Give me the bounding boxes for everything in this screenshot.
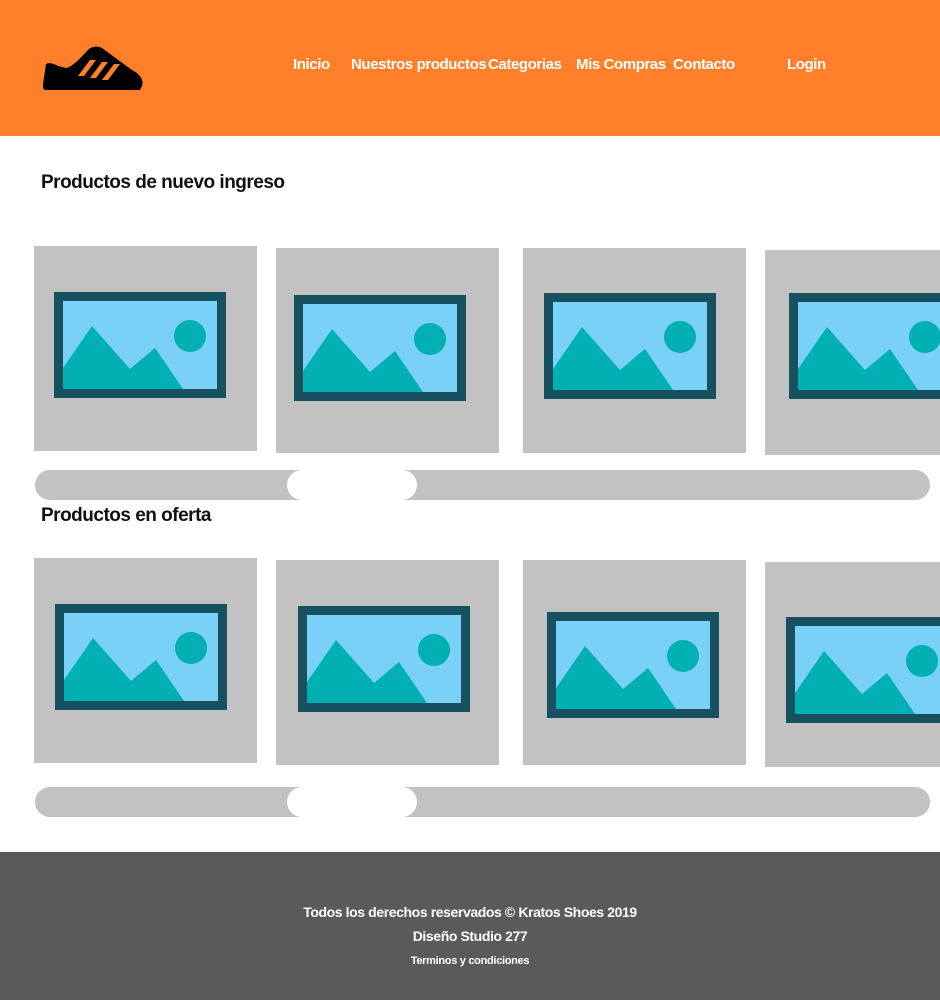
image-placeholder-icon	[55, 604, 227, 710]
nav-link-contacto[interactable]: Contacto	[673, 56, 735, 73]
scrollbar-thumb[interactable]	[287, 787, 417, 817]
section-title-sale-products: Productos en oferta	[41, 505, 211, 526]
nav-link-login[interactable]: Login	[787, 56, 826, 73]
footer-copyright: Todos los derechos reservados © Kratos S…	[303, 904, 637, 920]
nav-link-nuestros-productos[interactable]: Nuestros productos	[351, 56, 487, 73]
product-card[interactable]	[765, 250, 940, 455]
nav-link-mis-compras[interactable]: Mis Compras	[576, 56, 666, 73]
product-card[interactable]	[34, 246, 257, 451]
image-placeholder-icon	[547, 612, 719, 718]
product-card[interactable]	[276, 248, 499, 453]
site-header: Inicio Nuestros productos Categorias Mis…	[0, 0, 940, 136]
sneaker-icon[interactable]	[42, 44, 144, 92]
new-products-scrollbar[interactable]	[35, 470, 930, 500]
product-card[interactable]	[276, 560, 499, 765]
new-products-carousel	[0, 244, 940, 474]
product-card[interactable]	[765, 562, 940, 767]
section-title-new-products: Productos de nuevo ingreso	[41, 172, 285, 193]
nav-link-inicio[interactable]: Inicio	[293, 56, 330, 73]
product-card[interactable]	[523, 248, 746, 453]
sale-products-scrollbar[interactable]	[35, 787, 930, 817]
image-placeholder-icon	[544, 293, 716, 399]
image-placeholder-icon	[294, 295, 466, 401]
product-card[interactable]	[34, 558, 257, 763]
image-placeholder-icon	[54, 292, 226, 398]
footer-terms-link[interactable]: Terminos y condiciones	[0, 955, 940, 967]
image-placeholder-icon	[789, 293, 940, 399]
sale-products-carousel	[0, 556, 940, 786]
nav-link-categorias[interactable]: Categorias	[488, 56, 562, 73]
scrollbar-thumb[interactable]	[287, 470, 417, 500]
site-footer: Todos los derechos reservados © Kratos S…	[0, 852, 940, 1000]
image-placeholder-icon	[786, 617, 940, 723]
footer-credit: Diseño Studio 277	[412, 928, 528, 944]
image-placeholder-icon	[298, 606, 470, 712]
product-card[interactable]	[523, 560, 746, 765]
